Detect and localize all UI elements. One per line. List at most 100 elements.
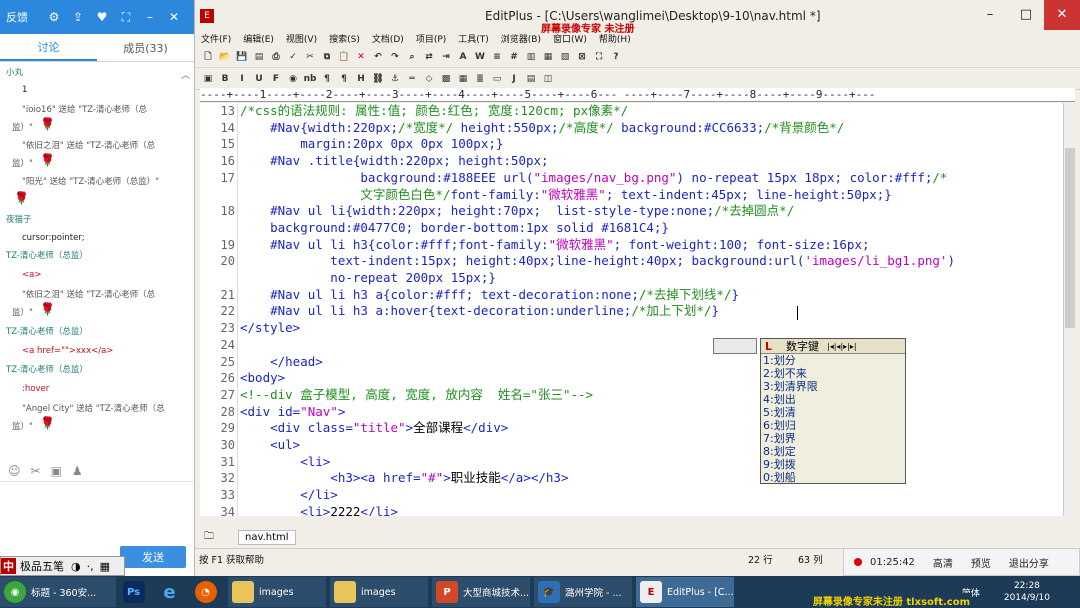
font-icon[interactable]: A [456,50,470,64]
code-line[interactable]: #Nav ul li h3{color:#fff;font-family:"微软… [240,237,869,254]
taskbar-item-ie[interactable]: e [156,577,188,607]
taskbar-item-firefox[interactable]: ◔ [192,577,224,607]
code-line[interactable]: 文字颜色白色*/font-family:"微软雅黑"; text-indent:… [240,187,891,204]
ime-candidate[interactable]: 7:划界 [761,432,905,445]
css-icon[interactable]: ▤ [524,72,538,86]
table-icon[interactable]: ▦ [456,72,470,86]
maximize-icon[interactable]: □ [1008,0,1044,30]
ime-lang-icon[interactable]: 中 [1,558,16,574]
new-file-icon[interactable]: 🗋 [201,50,215,64]
html-toolbar-icon[interactable]: ▣ [201,72,215,86]
column-icon[interactable]: ▥ [524,50,538,64]
code-line[interactable]: background:#188EEE url("images/nav_bg.pn… [240,170,947,187]
taskbar-item-powerpoint[interactable]: P 大型商城技术... [432,577,530,607]
moon-icon[interactable]: ◑ [68,560,84,573]
bold-icon[interactable]: B [218,72,232,86]
code-line[interactable]: <li> [240,454,330,471]
copy-icon[interactable]: ⧉ [320,50,334,64]
taskbar-item-images[interactable]: images [330,577,428,607]
save-icon[interactable]: 💾 [235,50,249,64]
code-line[interactable]: <ul> [240,437,300,454]
scrollbar-thumb[interactable] [1065,148,1075,328]
code-line[interactable]: <h3><a href="#">职业技能</a></h3> [240,470,568,487]
paste-icon[interactable]: 📋 [337,50,351,64]
code-line[interactable]: text-indent:15px; height:40px;line-heigh… [240,253,955,270]
code-line[interactable]: <div id="Nav"> [240,404,345,421]
minimize-icon[interactable]: – [972,0,1008,30]
find-icon[interactable]: ⌕ [405,50,419,64]
exit-share-button[interactable]: 退出分享 [1009,555,1049,570]
code-line[interactable]: #Nav{width:220px;/*宽度*/ height:550px;/*高… [240,120,844,137]
image-tag-icon[interactable]: ▩ [439,72,453,86]
spellcheck-icon[interactable]: ✓ [286,50,300,64]
scissors-icon[interactable]: ✂ [31,464,41,478]
menu-tools[interactable]: 工具(T) [458,32,489,45]
code-line[interactable]: </li> [240,487,338,504]
code-line[interactable]: /*css的语法规则: 属性:值; 颜色:红色; 宽度:120cm; px像素*… [240,103,628,120]
send-button[interactable]: 发送 [120,546,186,568]
save-all-icon[interactable]: ▤ [252,50,266,64]
code-line[interactable]: #Nav ul li{width:220px; height:70px; lis… [240,203,794,220]
line-number-icon[interactable]: # [507,50,521,64]
share-icon[interactable]: ⇪ [66,10,90,24]
clock[interactable]: 22:28 2014/9/10 [1004,580,1050,604]
paragraph-icon[interactable]: ¶ [337,72,351,86]
taskbar-item-360[interactable]: ◉ 标题 - 360安... [0,577,116,607]
code-line[interactable]: #Nav .title{width:220px; height:50px; [240,153,548,170]
menu-browser[interactable]: 浏览器(B) [501,32,541,45]
folder-icon[interactable]: 🗀 [204,529,214,546]
font-tag-icon[interactable]: F [269,72,283,86]
heading-icon[interactable]: H [354,72,368,86]
taskbar-item-photoshop[interactable]: Ps [120,577,152,607]
italic-icon[interactable]: I [235,72,249,86]
open-folder-icon[interactable]: 📂 [218,50,232,64]
ime-candidate[interactable]: 2:划不来 [761,367,905,380]
anchor-icon[interactable]: ⚓ [388,72,402,86]
cut-icon[interactable]: ✂ [303,50,317,64]
code-line[interactable]: <div class="title">全部课程</div> [240,420,508,437]
page-nav-icon[interactable]: |◂|◂|▸|▸| [827,342,857,351]
code-line[interactable]: <!--div 盒子模型, 高度, 宽度, 放内容 姓名="张三"--> [240,387,593,404]
underline-icon[interactable]: U [252,72,266,86]
code-line[interactable]: #Nav ul li h3 a{color:#fff; text-decorat… [240,287,739,304]
close-window-icon[interactable]: ⊠ [575,50,589,64]
vertical-scrollbar[interactable] [1063,103,1075,516]
ime-status-bar[interactable]: 中 极品五笔 ◑ ·, ▦ [0,556,125,576]
ime-candidate[interactable]: 0:划船 [761,471,905,484]
window-cascade-icon[interactable]: ▧ [558,50,572,64]
align-center-icon[interactable]: ≣ [473,72,487,86]
hd-button[interactable]: 高清 [933,555,953,570]
print-icon[interactable]: ⎙ [269,50,283,64]
taskbar-item-images[interactable]: images [228,577,326,607]
window-tile-icon[interactable]: ▦ [541,50,555,64]
help-icon[interactable]: ? [609,50,623,64]
comment-icon[interactable]: ◇ [422,72,436,86]
hr-icon[interactable]: ═ [405,72,419,86]
menu-view[interactable]: 视图(V) [286,32,317,45]
code-line[interactable]: </head> [240,354,323,371]
code-editor[interactable]: 13 14 15 16 17 18 19 20 21 22 23 24 25 2… [200,103,1063,516]
feedback-button[interactable]: 反馈 [0,9,42,25]
gear-icon[interactable]: ⚙ [42,10,66,24]
ruler-icon[interactable]: ≡ [490,50,504,64]
script-icon[interactable]: J [507,72,521,86]
taskbar-item-school[interactable]: 🎓 潞州学院 - ... [534,577,632,607]
keyboard-icon[interactable]: ▦ [97,560,113,573]
tab-discussion[interactable]: 讨论 [0,34,97,61]
code-line[interactable]: <body> [240,370,285,387]
taskbar-item-editplus[interactable]: E EditPlus - [C... [636,577,734,607]
nbsp-icon[interactable]: nb [303,72,317,86]
code-line[interactable]: <li>2222</li> [240,504,398,516]
minimize-icon[interactable]: – [138,10,162,24]
scroll-up-icon[interactable]: ︿ [181,68,190,81]
menu-file[interactable]: 文件(F) [201,32,231,45]
ime-candidate[interactable]: 5:划清 [761,406,905,419]
wordwrap-icon[interactable]: W [473,50,487,64]
image-icon[interactable]: ▣ [51,464,62,478]
heart-icon[interactable]: ♥ [90,10,114,24]
replace-icon[interactable]: ⇄ [422,50,436,64]
close-icon[interactable]: ✕ [162,10,186,24]
tab-nav-html[interactable]: nav.html [238,529,296,545]
close-icon[interactable]: ✕ [1044,0,1080,30]
ime-candidate[interactable]: 9:划拨 [761,458,905,471]
